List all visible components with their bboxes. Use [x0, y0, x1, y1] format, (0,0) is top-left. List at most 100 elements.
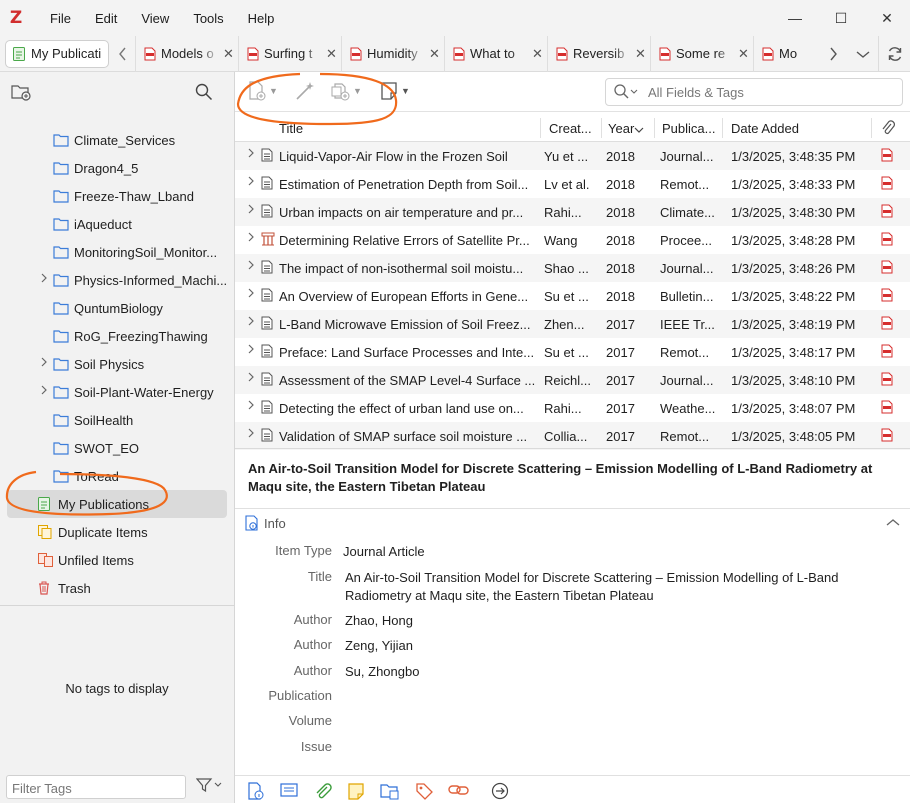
reader-tab[interactable]: Surfing t ✕ — [238, 35, 341, 72]
reader-tab[interactable]: Models o ✕ — [135, 35, 238, 72]
expand-chevron-icon[interactable] — [247, 344, 255, 357]
table-row[interactable]: L-Band Microwave Emission of Soil Freez.… — [235, 310, 910, 338]
collection-item[interactable]: SWOT_EO — [0, 434, 234, 462]
close-tab-icon[interactable]: ✕ — [532, 46, 543, 62]
column-separator[interactable] — [871, 118, 872, 138]
column-separator[interactable] — [722, 118, 723, 138]
attachments-nav-icon[interactable] — [314, 782, 332, 803]
collection-trash[interactable]: Trash — [0, 574, 234, 602]
table-row[interactable]: Liquid-Vapor-Air Flow in the Frozen Soil… — [235, 142, 910, 170]
menu-view[interactable]: View — [129, 11, 181, 26]
collection-item[interactable]: ToRead — [0, 462, 234, 490]
new-attachment-button[interactable]: ▼ — [331, 81, 362, 101]
column-header-creator[interactable]: Creat... — [549, 121, 592, 136]
menu-tools[interactable]: Tools — [181, 11, 235, 26]
expand-chevron-icon[interactable] — [40, 385, 48, 398]
pdf-attachment-icon[interactable] — [881, 316, 893, 333]
collection-item[interactable]: SoilHealth — [0, 406, 234, 434]
pdf-attachment-icon[interactable] — [881, 204, 893, 221]
tab-list-button[interactable] — [848, 36, 878, 72]
expand-chevron-icon[interactable] — [247, 204, 255, 217]
table-row[interactable]: Determining Relative Errors of Satellite… — [235, 226, 910, 254]
field-value[interactable]: Journal Article — [343, 543, 863, 561]
close-tab-icon[interactable]: ✕ — [326, 46, 337, 62]
tabs-scroll-left-button[interactable] — [109, 36, 135, 72]
sync-button[interactable] — [878, 36, 910, 72]
related-nav-icon[interactable] — [448, 782, 470, 801]
collection-search-button[interactable] — [195, 83, 213, 104]
menu-file[interactable]: File — [38, 11, 83, 26]
expand-chevron-icon[interactable] — [40, 273, 48, 286]
menu-edit[interactable]: Edit — [83, 11, 129, 26]
info-nav-icon[interactable] — [247, 782, 265, 803]
reader-tab[interactable]: Mo — [753, 35, 821, 72]
expand-chevron-icon[interactable] — [247, 428, 255, 441]
collection-item[interactable]: Soil Physics — [0, 350, 234, 378]
pdf-attachment-icon[interactable] — [881, 372, 893, 389]
pdf-attachment-icon[interactable] — [881, 232, 893, 249]
field-value[interactable]: Zhao, Hong — [345, 612, 865, 630]
pdf-attachment-icon[interactable] — [881, 428, 893, 445]
new-collection-button[interactable] — [11, 83, 31, 104]
tabs-scroll-right-button[interactable] — [818, 36, 848, 72]
collapse-section-button[interactable] — [886, 515, 900, 530]
pdf-attachment-icon[interactable] — [881, 176, 893, 193]
pdf-attachment-icon[interactable] — [881, 148, 893, 165]
collection-item[interactable]: QuntumBiology — [0, 294, 234, 322]
close-tab-icon[interactable]: ✕ — [429, 46, 440, 62]
items-search-input[interactable]: All Fields & Tags — [605, 78, 903, 106]
collection-item[interactable]: iAqueduct — [0, 210, 234, 238]
table-row[interactable]: An Overview of European Efforts in Gene.… — [235, 282, 910, 310]
expand-chevron-icon[interactable] — [247, 176, 255, 189]
expand-chevron-icon[interactable] — [40, 357, 48, 370]
add-by-identifier-button[interactable] — [295, 81, 315, 101]
table-row[interactable]: Preface: Land Surface Processes and Inte… — [235, 338, 910, 366]
tags-nav-icon[interactable] — [415, 782, 433, 803]
column-header-title[interactable]: Title — [279, 121, 303, 136]
expand-chevron-icon[interactable] — [247, 232, 255, 245]
expand-chevron-icon[interactable] — [247, 400, 255, 413]
close-tab-icon[interactable]: ✕ — [635, 46, 646, 62]
libraries-collections-nav-icon[interactable] — [380, 782, 400, 803]
table-row[interactable]: Assessment of the SMAP Level-4 Surface .… — [235, 366, 910, 394]
collection-duplicate-items[interactable]: Duplicate Items — [0, 518, 234, 546]
new-note-button[interactable]: ▼ — [381, 81, 410, 101]
column-header-year[interactable]: Year — [608, 121, 634, 136]
filter-tags-input[interactable]: Filter Tags — [6, 775, 186, 799]
table-row[interactable]: The impact of non-isothermal soil moistu… — [235, 254, 910, 282]
reader-tab[interactable]: Some re ✕ — [650, 35, 753, 72]
field-value[interactable]: Zeng, Yijian — [345, 637, 865, 655]
collection-item[interactable]: Physics-Informed_Machi... — [0, 266, 234, 294]
expand-chevron-icon[interactable] — [247, 260, 255, 273]
column-header-date-added[interactable]: Date Added — [731, 121, 799, 136]
new-item-button[interactable]: ▼ — [249, 81, 278, 101]
attachments-column-icon[interactable] — [881, 119, 895, 140]
info-section-header[interactable]: Info — [245, 515, 286, 531]
collection-my-publications[interactable]: My Publications — [7, 490, 227, 518]
column-separator[interactable] — [654, 118, 655, 138]
collection-item[interactable]: Climate_Services — [0, 126, 234, 154]
collection-item[interactable]: MonitoringSoil_Monitor... — [0, 238, 234, 266]
column-separator[interactable] — [540, 118, 541, 138]
expand-chevron-icon[interactable] — [247, 316, 255, 329]
abstract-nav-icon[interactable] — [280, 782, 298, 801]
close-tab-icon[interactable]: ✕ — [738, 46, 749, 62]
tag-actions-button[interactable] — [195, 777, 222, 796]
field-value[interactable]: An Air-to-Soil Transition Model for Disc… — [345, 569, 865, 605]
column-separator[interactable] — [601, 118, 602, 138]
table-row[interactable]: Validation of SMAP surface soil moisture… — [235, 422, 910, 450]
close-button[interactable]: ✕ — [864, 0, 910, 36]
collection-item[interactable]: Soil-Plant-Water-Energy — [0, 378, 234, 406]
pdf-attachment-icon[interactable] — [881, 288, 893, 305]
field-value[interactable]: Su, Zhongbo — [345, 663, 865, 681]
pdf-attachment-icon[interactable] — [881, 260, 893, 277]
reader-tab[interactable]: What to ✕ — [444, 35, 547, 72]
table-row[interactable]: Detecting the effect of urban land use o… — [235, 394, 910, 422]
table-row[interactable]: Estimation of Penetration Depth from Soi… — [235, 170, 910, 198]
expand-chevron-icon[interactable] — [247, 372, 255, 385]
collection-item[interactable]: RoG_FreezingThawing — [0, 322, 234, 350]
close-tab-icon[interactable]: ✕ — [223, 46, 234, 62]
collection-unfiled-items[interactable]: Unfiled Items — [0, 546, 234, 574]
column-header-publication[interactable]: Publica... — [662, 121, 715, 136]
menu-help[interactable]: Help — [236, 11, 287, 26]
